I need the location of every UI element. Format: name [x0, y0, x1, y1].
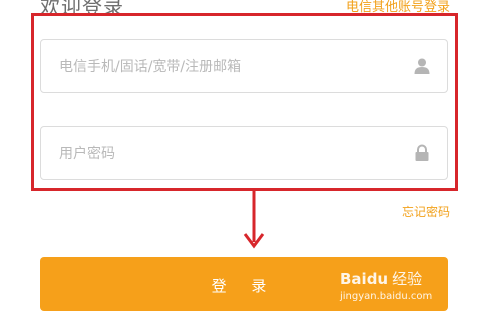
forgot-password-link[interactable]: 忘记密码 — [402, 203, 450, 220]
watermark-brand: Baidu — [340, 270, 389, 288]
watermark-brand-cn: 经验 — [392, 270, 423, 288]
annotation-highlight-box — [31, 13, 458, 191]
watermark-url: jingyan.baidu.com — [340, 291, 433, 302]
annotation-arrow-icon — [243, 190, 265, 249]
baidu-jingyan-watermark: Baidu 经验 jingyan.baidu.com — [340, 268, 432, 302]
